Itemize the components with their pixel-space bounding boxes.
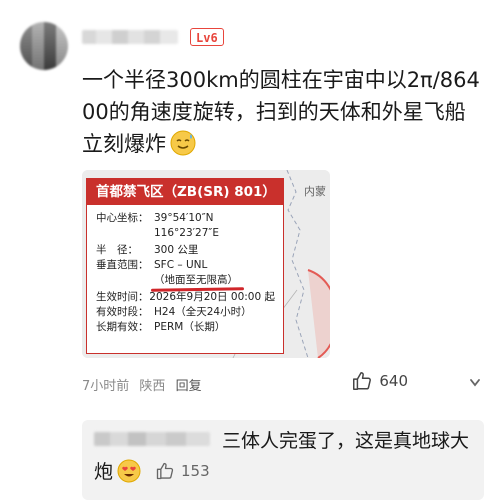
validity-label: 长期有效： xyxy=(96,321,149,333)
center-lat: 39°54′10″N xyxy=(154,212,214,224)
thumbs-up-icon xyxy=(353,372,372,390)
vertical-value: SFC – UNL xyxy=(154,259,208,271)
like-count: 640 xyxy=(379,372,408,390)
vertical-note-row: （地面至无限高） xyxy=(96,273,275,292)
post-time: 7小时前 xyxy=(82,379,130,394)
reply-like-count: 153 xyxy=(181,462,210,480)
center-label: 中心坐标： xyxy=(96,212,149,224)
center-lon: 116°23′27″E xyxy=(154,227,219,239)
radius-value: 300 公里 xyxy=(154,244,199,256)
effective-period-value: H24（全天24小时） xyxy=(154,306,252,318)
comment-body: 一个半径300km的圆柱在宇宙中以2π/86400的角速度旋转，扫到的天体和外星… xyxy=(82,64,482,160)
effective-time-value: 2026年9月20日 00:00 起 xyxy=(149,291,275,303)
sweat-smile-emoji-icon xyxy=(170,130,196,156)
validity-value: PERM（长期） xyxy=(154,321,226,333)
restricted-zone-info-box: 首都禁飞区（ZB(SR) 801） 中心坐标： 39°54′10″N 116°2… xyxy=(86,178,284,354)
effective-time-row: 生效时间： 2026年9月20日 00:00 起 xyxy=(96,290,275,305)
center-row-2: 116°23′27″E xyxy=(96,226,275,241)
info-box-body: 中心坐标： 39°54′10″N 116°23′27″E 半 径： 300 公里… xyxy=(87,205,283,335)
vertical-note: （地面至无限高） xyxy=(154,274,238,286)
center-row: 中心坐标： 39°54′10″N xyxy=(96,211,275,226)
more-chevron-icon[interactable] xyxy=(468,376,482,390)
airspace-map-image[interactable]: 内蒙 首都禁飞区（ZB(SR) 801） 中心坐标： 39°54′10″N 11… xyxy=(82,170,330,358)
vertical-row: 垂直范围： SFC – UNL xyxy=(96,258,275,273)
radius-label: 半 径： xyxy=(96,244,138,256)
reply-text: 三体人完蛋了，这是真地球大炮 xyxy=(94,430,470,483)
map-region-label: 内蒙 xyxy=(304,185,326,198)
reply-body: 三体人完蛋了，这是真地球大炮 153 xyxy=(94,426,484,487)
info-box-title: 首都禁飞区（ZB(SR) 801） xyxy=(87,179,283,205)
effective-period-row: 有效时段： H24（全天24小时） xyxy=(96,305,275,320)
avatar[interactable] xyxy=(20,22,68,70)
thumbs-up-icon xyxy=(156,462,174,480)
comment-text: 一个半径300km的圆柱在宇宙中以2π/86400的角速度旋转，扫到的天体和外星… xyxy=(82,68,480,156)
effective-period-label: 有效时段： xyxy=(96,306,149,318)
comment-meta: 7小时前 陕西 回复 xyxy=(82,375,208,394)
level-badge: Lv6 xyxy=(190,28,224,46)
reply-like-button[interactable]: 153 xyxy=(155,456,210,486)
reply-thread: 三体人完蛋了，这是真地球大炮 153 xyxy=(82,420,484,500)
radius-row: 半 径： 300 公里 xyxy=(96,243,275,258)
like-button[interactable]: 640 xyxy=(351,370,408,392)
post-location: 陕西 xyxy=(139,379,166,394)
heart-eyes-emoji-icon xyxy=(117,459,141,483)
effective-time-label: 生效时间： xyxy=(96,291,149,303)
reply-button[interactable]: 回复 xyxy=(176,379,202,394)
validity-row: 长期有效： PERM（长期） xyxy=(96,320,275,335)
username-blurred[interactable] xyxy=(82,30,178,44)
vertical-label: 垂直范围： xyxy=(96,259,149,271)
